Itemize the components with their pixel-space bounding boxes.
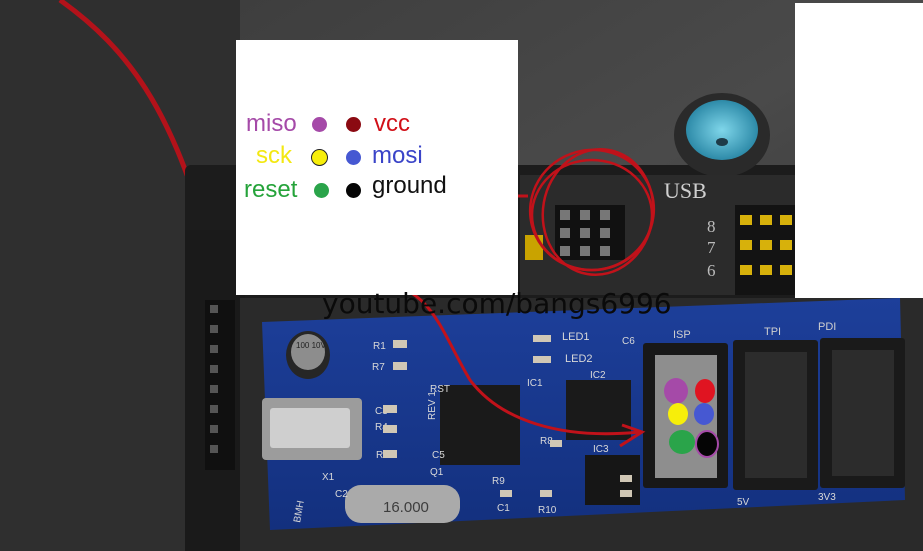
miso-dot — [312, 117, 327, 132]
isp-ground-dot — [695, 430, 719, 458]
tpi-label: TPI — [764, 326, 781, 338]
ic1-chip — [440, 385, 520, 465]
ground-dot — [346, 183, 361, 198]
isp-sck-dot — [668, 403, 688, 425]
silk-c5: C5 — [432, 450, 445, 461]
silk-r1: R1 — [373, 341, 386, 352]
usb-port-inner — [270, 408, 350, 448]
silk-ic3: IC3 — [593, 444, 609, 455]
silk-r9: R9 — [492, 476, 505, 487]
legend-label-ground: ground — [372, 172, 447, 199]
upper-num-8: 8 — [707, 217, 716, 236]
pinout-legend: miso vcc sck mosi reset ground — [236, 40, 518, 295]
isp-vcc-dot — [695, 379, 715, 403]
silk-ic2: IC2 — [590, 370, 606, 381]
silk-led2: LED2 — [565, 353, 593, 365]
capacitor-label: 100 10V — [296, 341, 326, 350]
knob — [686, 100, 758, 160]
silk-c2: C2 — [335, 489, 348, 500]
isp-miso-dot — [664, 378, 688, 404]
upper-num-6: 6 — [707, 261, 716, 280]
legend-label-mosi: mosi — [372, 142, 423, 169]
upper-num-7: 7 — [707, 238, 716, 257]
silk-bmh: REV 1 — [427, 391, 438, 420]
legend-label-reset: reset — [244, 176, 298, 203]
crystal-label: 16.000 — [383, 499, 429, 516]
tpi-header-socket — [745, 352, 807, 478]
silk-5v: 5V — [737, 497, 750, 508]
reset-dot — [314, 183, 329, 198]
silk-x1: X1 — [322, 472, 335, 483]
silk-r6: R7 — [372, 362, 385, 373]
legend-label-vcc: vcc — [374, 110, 410, 137]
knob-hole — [716, 138, 728, 146]
capacitor-top — [291, 334, 325, 370]
silk-r10: R10 — [538, 505, 557, 516]
right-pin-strip — [735, 205, 795, 295]
photo-stage: USB 8 7 6 100 10V 16.000 ISP TPI PDI LED… — [0, 0, 923, 551]
silk-ic1: IC1 — [527, 378, 543, 389]
pdi-header-socket — [832, 350, 894, 476]
youtube-watermark: youtube.com/bangs6996 — [322, 287, 672, 320]
silk-c1: C1 — [497, 503, 510, 514]
white-corner-patch — [795, 3, 923, 298]
vcc-dot — [346, 117, 361, 132]
mosi-dot — [346, 150, 361, 165]
isp-mosi-dot — [694, 403, 714, 425]
silk-c6: C6 — [622, 336, 635, 347]
pdi-label: PDI — [818, 321, 836, 333]
silk-3v3: 3V3 — [818, 492, 836, 503]
silk-q1: Q1 — [430, 467, 444, 478]
upper-board-pins — [205, 300, 235, 470]
sck-dot — [312, 150, 327, 165]
legend-label-sck: sck — [256, 142, 292, 169]
silk-led1: LED1 — [562, 331, 590, 343]
isp-reset-dot — [669, 430, 695, 454]
usb-silkscreen: USB — [664, 178, 707, 203]
isp-label: ISP — [673, 329, 691, 341]
legend-label-miso: miso — [246, 110, 297, 137]
